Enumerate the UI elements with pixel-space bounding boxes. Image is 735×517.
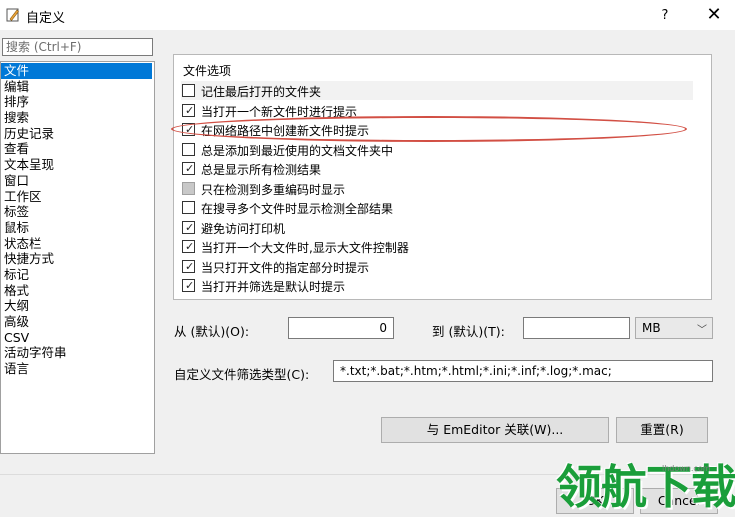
check-icon: ✓ <box>185 279 195 292</box>
help-button[interactable]: ? <box>650 5 680 27</box>
option-avoid-printer[interactable]: ✓ 避免访问打印机 <box>181 218 693 237</box>
checkbox[interactable] <box>182 201 195 214</box>
filter-input[interactable]: *.txt;*.bat;*.htm;*.html;*.ini;*.inf;*.l… <box>333 360 713 382</box>
check-icon: ✓ <box>185 162 195 175</box>
close-button[interactable]: ✕ <box>699 3 729 27</box>
option-large-file-controller[interactable]: ✓ 当打开一个大文件时,显示大文件控制器 <box>181 237 693 256</box>
category-item-search[interactable]: 搜索 <box>1 110 154 126</box>
category-item-workspace[interactable]: 工作区 <box>1 189 154 205</box>
file-options-group: 文件选项 记住最后打开的文件夹 ✓ 当打开一个新文件时进行提示 ✓ 在网络路径中… <box>173 54 712 300</box>
checkbox[interactable]: ✓ <box>182 162 195 175</box>
option-add-recent-docs[interactable]: 总是添加到最近使用的文档文件夹中 <box>181 140 693 159</box>
checkbox[interactable]: ✓ <box>182 259 195 273</box>
category-item-csv[interactable]: CSV <box>1 330 154 346</box>
check-icon: ✓ <box>185 220 195 234</box>
check-icon: ✓ <box>185 240 195 253</box>
checkbox[interactable] <box>182 181 195 195</box>
category-item-format[interactable]: 格式 <box>1 283 154 299</box>
from-label: 从 (默认)(O): <box>174 324 250 339</box>
category-item-view[interactable]: 查看 <box>1 141 154 157</box>
watermark-logo: 领航下载 lhdown.com <box>556 456 735 517</box>
category-item-marks[interactable]: 标记 <box>1 267 154 283</box>
category-item-outline[interactable]: 大纲 <box>1 298 154 314</box>
option-multi-encoding[interactable]: 只在检测到多重编码时显示 <box>181 179 693 198</box>
option-partial-open-prompt[interactable]: ✓ 当只打开文件的指定部分时提示 <box>181 257 693 276</box>
option-remember-last-folder[interactable]: 记住最后打开的文件夹 <box>181 81 693 100</box>
option-show-all-detect[interactable]: ✓ 总是显示所有检测结果 <box>181 159 693 178</box>
unit-value: MB <box>642 321 661 335</box>
group-title: 文件选项 <box>183 64 232 78</box>
category-list[interactable]: 文件 编辑 排序 搜索 历史记录 查看 文本呈现 窗口 工作区 标签 鼠标 状态… <box>0 61 155 454</box>
category-item-file[interactable]: 文件 <box>1 63 152 79</box>
checkbox[interactable]: ✓ <box>182 240 195 253</box>
checkbox[interactable]: ✓ <box>182 103 195 117</box>
category-item-statusbar[interactable]: 状态栏 <box>1 236 154 252</box>
search-box[interactable] <box>2 38 153 56</box>
pencil-icon <box>6 8 19 22</box>
option-label: 记住最后打开的文件夹 <box>201 85 322 99</box>
to-label: 到 (默认)(T): <box>432 324 505 339</box>
category-item-window[interactable]: 窗口 <box>1 173 154 189</box>
category-item-shortcuts[interactable]: 快捷方式 <box>1 251 154 267</box>
checkbox[interactable] <box>182 142 195 156</box>
chevron-down-icon: ﹀ <box>697 325 707 336</box>
checkbox[interactable]: ✓ <box>182 279 195 292</box>
search-input[interactable] <box>6 40 151 54</box>
option-label: 当打开并筛选是默认时提示 <box>201 280 346 294</box>
option-filter-default-prompt[interactable]: ✓ 当打开并筛选是默认时提示 <box>181 276 693 295</box>
highlight-ellipse <box>171 116 687 142</box>
watermark-url: lhdown.com <box>662 464 711 473</box>
category-item-sort[interactable]: 排序 <box>1 94 154 110</box>
category-item-edit[interactable]: 编辑 <box>1 79 154 95</box>
category-item-tabs[interactable]: 标签 <box>1 204 154 220</box>
option-label: 当只打开文件的指定部分时提示 <box>201 260 370 275</box>
associate-button[interactable]: 与 EmEditor 关联(W)... <box>381 417 609 443</box>
category-item-text-render[interactable]: 文本呈现 <box>1 157 154 173</box>
option-label: 只在检测到多重编码时显示 <box>201 182 346 197</box>
check-icon: ✓ <box>185 103 195 117</box>
from-size-input[interactable]: 0 <box>288 317 394 339</box>
option-label: 总是显示所有检测结果 <box>201 163 322 177</box>
check-icon: ✓ <box>185 259 195 273</box>
option-label: 在搜寻多个文件时显示检测全部结果 <box>201 202 394 216</box>
category-item-mouse[interactable]: 鼠标 <box>1 220 154 236</box>
option-label: 避免访问打印机 <box>201 221 286 236</box>
checkbox[interactable]: ✓ <box>182 220 195 234</box>
category-item-history[interactable]: 历史记录 <box>1 126 154 142</box>
option-label: 当打开一个大文件时,显示大文件控制器 <box>201 241 409 255</box>
checkbox[interactable] <box>182 84 195 97</box>
window-title: 自定义 <box>26 11 66 26</box>
category-item-active-string[interactable]: 活动字符串 <box>1 345 154 361</box>
to-size-input[interactable] <box>523 317 630 339</box>
category-item-language[interactable]: 语言 <box>1 361 154 377</box>
option-search-multi-files[interactable]: 在搜寻多个文件时显示检测全部结果 <box>181 198 693 217</box>
size-unit-select[interactable]: MB ﹀ <box>635 317 713 339</box>
reset-button[interactable]: 重置(R) <box>616 417 708 443</box>
option-label: 总是添加到最近使用的文档文件夹中 <box>201 143 394 158</box>
title-bar: 自定义 ? ✕ <box>0 0 735 30</box>
category-item-advanced[interactable]: 高级 <box>1 314 154 330</box>
filter-label: 自定义文件筛选类型(C): <box>174 367 310 382</box>
